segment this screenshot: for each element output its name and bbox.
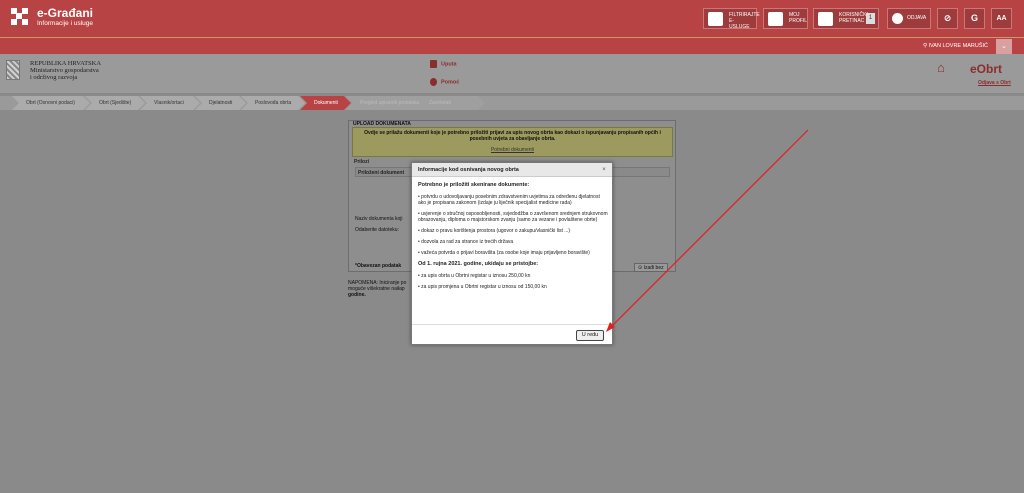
annotation-arrow — [606, 129, 809, 332]
